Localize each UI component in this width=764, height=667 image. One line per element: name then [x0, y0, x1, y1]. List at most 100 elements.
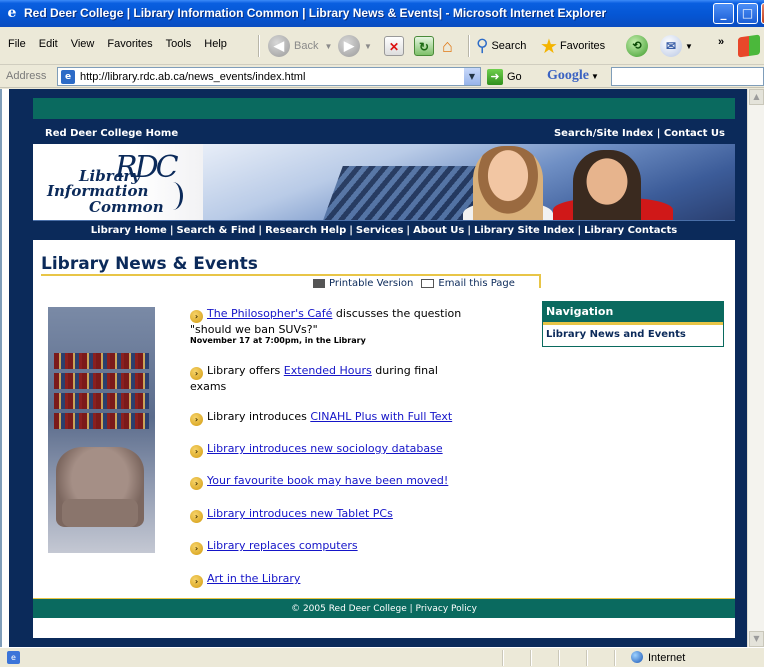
history-button[interactable]: ⟲ [626, 33, 648, 59]
navigation-sidebar: Navigation Library News and Events [542, 301, 724, 347]
scroll-down-icon[interactable]: ▼ [749, 631, 764, 647]
mail-dropdown-icon[interactable]: ▼ [685, 42, 693, 51]
news-link[interactable]: Library replaces computers [207, 539, 358, 552]
toolbar-more[interactable]: » [718, 29, 724, 55]
window-title-bar[interactable]: e Red Deer College | Library Information… [0, 0, 764, 27]
logo-curve-icon [163, 182, 183, 210]
mail-button[interactable]: ✉ ▼ [660, 33, 693, 59]
news-link[interactable]: Library introduces new sociology databas… [207, 442, 443, 455]
nav-library-home[interactable]: Library Home [91, 225, 167, 236]
nav-site-index[interactable]: Library Site Index [474, 225, 574, 236]
nav-research-help[interactable]: Research Help [265, 225, 346, 236]
refresh-icon: ↻ [414, 36, 434, 56]
windows-flag-icon [738, 33, 760, 59]
toolbar-separator [468, 35, 470, 57]
maximize-button[interactable]: □ [737, 3, 758, 24]
college-home-link[interactable]: Red Deer College Home [45, 128, 178, 139]
title-underline [41, 274, 541, 276]
news-link[interactable]: Art in the Library [207, 572, 300, 585]
back-button[interactable]: ◀ Back ▼ [268, 33, 332, 59]
printable-version-link[interactable]: Printable Version [329, 278, 413, 289]
home-icon: ⌂ [442, 35, 453, 56]
stop-button[interactable]: ✕ [384, 33, 404, 59]
news-link[interactable]: Your favourite book may have been moved! [207, 474, 448, 487]
address-label: Address [6, 70, 47, 82]
news-link[interactable]: The Philosopher's Café [207, 307, 332, 320]
main-navigation: Library Home | Search & Find | Research Help… [33, 220, 735, 240]
list-item: › Art in the Library [190, 572, 470, 588]
nav-services[interactable]: Services [356, 225, 404, 236]
nav-about-us[interactable]: About Us [413, 225, 464, 236]
menu-tools[interactable]: Tools [166, 38, 192, 50]
menu-help[interactable]: Help [204, 38, 227, 50]
search-button[interactable]: ⚲ Search [476, 33, 526, 59]
arrow-bullet-icon: › [190, 510, 203, 523]
nav-library-contacts[interactable]: Library Contacts [584, 225, 677, 236]
page-icon: e [61, 70, 75, 84]
go-button[interactable]: ➜ Go [487, 68, 522, 86]
address-input[interactable]: e http://library.rdc.ab.ca/news_events/i… [57, 67, 481, 86]
google-search-input[interactable] [611, 67, 764, 86]
nav-search-find[interactable]: Search & Find [176, 225, 255, 236]
google-toolbar-button[interactable]: Google ▼ [547, 68, 599, 84]
forward-dropdown-icon[interactable]: ▼ [364, 42, 372, 51]
forward-button[interactable]: ▶ ▼ [338, 33, 372, 59]
arrow-bullet-icon: › [190, 413, 203, 426]
page-outer-frame: Red Deer College Home Search/Site Index … [9, 89, 749, 647]
minimize-button[interactable]: _ [713, 3, 734, 24]
list-item: › Library replaces computers [190, 539, 470, 555]
google-label: Google [547, 68, 589, 83]
arrow-bullet-icon: › [190, 445, 203, 458]
search-contact-links[interactable]: Search/Site Index | Contact Us [554, 128, 725, 139]
banner-student-male [573, 150, 641, 220]
menu-and-toolbar: File Edit View Favorites Tools Help ◀ Ba… [0, 27, 764, 65]
address-dropdown-icon[interactable]: ▼ [464, 68, 480, 85]
favorites-button[interactable]: ★ Favorites [540, 33, 605, 59]
arrow-bullet-icon: › [190, 542, 203, 555]
site-banner: RDC Library Information Common [33, 144, 735, 220]
sidebar-item-news-events[interactable]: Library News and Events [546, 329, 686, 340]
list-item: › Your favourite book may have been moved… [190, 474, 470, 490]
menu-view[interactable]: View [71, 38, 95, 50]
news-link[interactable]: Library introduces new Tablet PCs [207, 507, 393, 520]
page-title: Library News & Events [41, 254, 258, 274]
home-button[interactable]: ⌂ [442, 33, 453, 59]
page-viewport: Red Deer College Home Search/Site Index … [0, 89, 764, 647]
mail-icon: ✉ [660, 35, 682, 57]
top-utility-bar: Red Deer College Home Search/Site Index … [33, 119, 735, 144]
back-dropdown-icon[interactable]: ▼ [324, 42, 332, 51]
stop-icon: ✕ [384, 36, 404, 56]
top-teal-band [33, 98, 735, 119]
list-item: › Library introduces new Tablet PCs [190, 507, 470, 523]
list-item: › Library introduces new sociology databa… [190, 442, 470, 458]
menu-file[interactable]: File [8, 38, 26, 50]
vertical-scrollbar[interactable]: ▲ ▼ [747, 89, 764, 647]
list-item: › Library offers Extended Hours during fi… [190, 364, 438, 393]
library-logo[interactable]: RDC Library Information Common [33, 144, 203, 220]
printer-icon [313, 278, 325, 288]
menu-edit[interactable]: Edit [39, 38, 58, 50]
footer[interactable]: © 2005 Red Deer College | Privacy Policy [33, 598, 735, 618]
news-link[interactable]: CINAHL Plus with Full Text [310, 410, 452, 423]
go-arrow-icon: ➜ [487, 69, 503, 85]
ie-logo-icon: e [7, 5, 17, 21]
news-link[interactable]: Extended Hours [284, 364, 372, 377]
arrow-bullet-icon: › [190, 310, 203, 323]
arrow-bullet-icon: › [190, 477, 203, 490]
list-item: › The Philosopher's Café discusses the qu… [190, 307, 470, 346]
status-bar: e Internet [0, 647, 764, 667]
library-chair-photo [48, 307, 155, 553]
banner-student-female [473, 146, 543, 220]
scroll-up-icon[interactable]: ▲ [749, 89, 764, 105]
list-item: › Library introduces CINAHL Plus with Ful… [190, 410, 470, 426]
navigation-heading: Navigation [543, 302, 723, 322]
refresh-button[interactable]: ↻ [414, 33, 434, 59]
address-bar: Address e http://library.rdc.ab.ca/news_… [0, 66, 764, 88]
back-label: Back [294, 40, 319, 52]
logo-word-common: Common [89, 198, 164, 216]
arrow-bullet-icon: › [190, 367, 203, 380]
toolbar-separator [258, 35, 260, 57]
menu-favorites[interactable]: Favorites [107, 38, 152, 50]
title-underline-corner [539, 274, 541, 288]
email-page-link[interactable]: Email this Page [438, 278, 515, 289]
